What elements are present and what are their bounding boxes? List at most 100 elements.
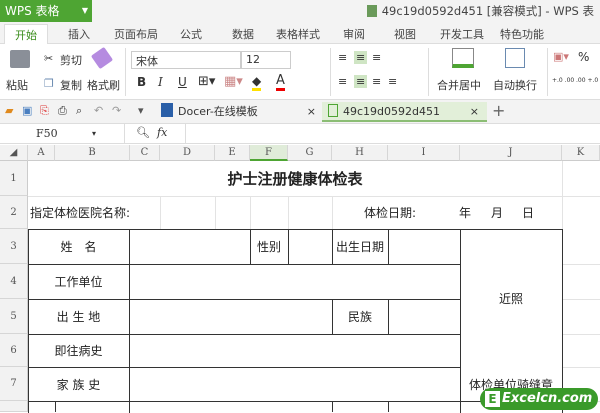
birthplace-label[interactable]: 出 生 地	[28, 299, 129, 334]
wrap-text-button[interactable]: 自动换行	[493, 77, 537, 93]
copy-icon: ❐	[44, 77, 54, 90]
open-icon[interactable]: ▰	[5, 104, 13, 117]
font-family-select[interactable]: 宋体	[131, 51, 241, 69]
format-painter-button[interactable]: 格式刷	[87, 77, 120, 93]
font-color-icon[interactable]: A	[276, 73, 285, 91]
formula-input[interactable]	[185, 124, 600, 143]
row-header[interactable]: 2	[0, 196, 28, 229]
undo-icon[interactable]: ↶	[94, 104, 103, 117]
row-header[interactable]: 6	[0, 334, 28, 367]
print-icon[interactable]: ⎙	[58, 104, 67, 118]
column-header[interactable]: K	[562, 145, 600, 161]
app-menu-button[interactable]: WPS 表格 ▼	[0, 0, 92, 22]
cell-style-icon[interactable]: ▦▾	[224, 74, 243, 89]
day-label[interactable]: 日	[518, 196, 538, 229]
wrap-text-icon	[505, 48, 525, 68]
export-pdf-icon[interactable]: ⎘	[40, 104, 49, 118]
row-header[interactable]: 5	[0, 299, 28, 334]
redo-icon[interactable]: ↷	[112, 104, 121, 117]
column-header[interactable]: C	[130, 145, 160, 161]
column-header[interactable]: B	[55, 145, 130, 161]
column-header[interactable]: E	[215, 145, 250, 161]
format-painter-icon	[90, 46, 114, 70]
year-label[interactable]: 年	[455, 196, 475, 229]
cut-button[interactable]: 剪切	[60, 52, 82, 68]
borders-icon[interactable]: ⊞▾	[198, 74, 215, 89]
tab-special[interactable]: 特色功能	[500, 26, 544, 42]
align-left-icon[interactable]: ≡	[338, 75, 347, 88]
watermark-text: Excelcn.com	[502, 391, 593, 406]
name-box[interactable]: F50 ▾	[0, 124, 125, 143]
tab-table-style[interactable]: 表格样式	[276, 26, 320, 42]
row-header[interactable]: 4	[0, 264, 28, 299]
birth-date-label[interactable]: 出生日期	[332, 229, 388, 264]
column-header[interactable]: H	[332, 145, 388, 161]
tab-developer[interactable]: 开发工具	[440, 26, 484, 42]
close-icon[interactable]: ×	[307, 102, 316, 122]
form-title[interactable]: 护士注册健康体检表	[28, 161, 562, 196]
fx-button[interactable]: fx	[157, 126, 167, 139]
date-label[interactable]: 体检日期:	[350, 196, 430, 229]
align-top-icon[interactable]: ≡	[338, 51, 347, 64]
save-icon[interactable]: ▣	[22, 104, 32, 117]
ethnicity-label[interactable]: 民族	[332, 299, 388, 334]
row-header[interactable]: 1	[0, 161, 28, 196]
print-preview-icon[interactable]: ⌕	[76, 104, 82, 118]
column-header[interactable]: J	[460, 145, 562, 161]
formula-bar: F50 ▾ 🔍︎ fx	[0, 124, 600, 144]
paste-button[interactable]: 粘贴	[6, 77, 28, 93]
column-header[interactable]: A	[28, 145, 55, 161]
align-center-icon[interactable]: ≡	[354, 75, 368, 88]
row-header[interactable]: 7	[0, 367, 28, 401]
font-size-select[interactable]: 12	[241, 51, 291, 69]
file-tab[interactable]: 49c19d0592d451 ×	[322, 102, 487, 122]
quick-access-bar: ▰ ▣ ⎘ ⎙ ⌕ ↶ ↷ ▾ Docer-在线模板 × 49c19d0592d4…	[0, 100, 600, 124]
customize-icon[interactable]: ▾	[138, 104, 144, 117]
tab-view[interactable]: 视图	[394, 26, 416, 42]
tab-home[interactable]: 开始	[4, 24, 48, 44]
column-header[interactable]: G	[288, 145, 332, 161]
new-tab-button[interactable]: +	[492, 101, 505, 120]
tab-formulas[interactable]: 公式	[180, 26, 202, 42]
name-label[interactable]: 姓 名	[28, 229, 129, 264]
month-label[interactable]: 月	[487, 196, 507, 229]
logo-e-icon: E	[485, 391, 500, 407]
bold-button[interactable]: B	[137, 75, 146, 89]
docer-tab-label: Docer-在线模板	[178, 105, 258, 118]
family-history-label[interactable]: 家 族 史	[28, 367, 129, 401]
hospital-label[interactable]: 指定体检医院名称:	[30, 196, 160, 229]
close-icon[interactable]: ×	[470, 102, 479, 122]
tab-review[interactable]: 审阅	[343, 26, 365, 42]
row-header[interactable]: 3	[0, 229, 28, 264]
gender-label[interactable]: 性别	[250, 229, 288, 264]
underline-button[interactable]: U	[178, 75, 187, 89]
copy-button[interactable]: 复制	[60, 77, 82, 93]
align-middle-icon[interactable]: ≡	[354, 51, 368, 64]
photo-label[interactable]: 近照	[460, 229, 562, 367]
docer-tab[interactable]: Docer-在线模板 ×	[155, 102, 320, 122]
number-format-icon[interactable]: ▣▾	[553, 50, 569, 63]
fill-color-icon[interactable]: ◆	[252, 74, 262, 91]
row-header[interactable]	[0, 401, 28, 412]
italic-button[interactable]: I	[158, 75, 163, 89]
spreadsheet-grid[interactable]: ◢ A B C D E F G H I J K 1 2 3 4 5 6 7 护士…	[0, 145, 600, 413]
justify-icon[interactable]: ≡	[388, 75, 397, 88]
merge-center-icon	[452, 48, 474, 68]
decrease-decimal-button[interactable]: .00 +.0	[576, 77, 598, 84]
align-bottom-icon[interactable]: ≡	[372, 51, 381, 64]
increase-decimal-button[interactable]: +.0 .00	[552, 77, 574, 84]
zoom-search-icon[interactable]: 🔍︎	[136, 126, 150, 139]
app-name: WPS 表格	[5, 4, 60, 18]
past-history-label[interactable]: 即往病史	[28, 334, 129, 367]
merge-center-button[interactable]: 合并居中	[437, 77, 481, 93]
percent-button[interactable]: %	[578, 50, 589, 64]
align-right-icon[interactable]: ≡	[372, 75, 381, 88]
column-header[interactable]: I	[388, 145, 460, 161]
workplace-label[interactable]: 工作单位	[28, 264, 129, 299]
select-all-corner[interactable]: ◢	[0, 145, 28, 161]
column-header[interactable]: D	[160, 145, 215, 161]
column-header[interactable]: F	[250, 145, 288, 161]
tab-page-layout[interactable]: 页面布局	[114, 26, 158, 42]
tab-insert[interactable]: 插入	[68, 26, 90, 42]
tab-data[interactable]: 数据	[232, 26, 254, 42]
